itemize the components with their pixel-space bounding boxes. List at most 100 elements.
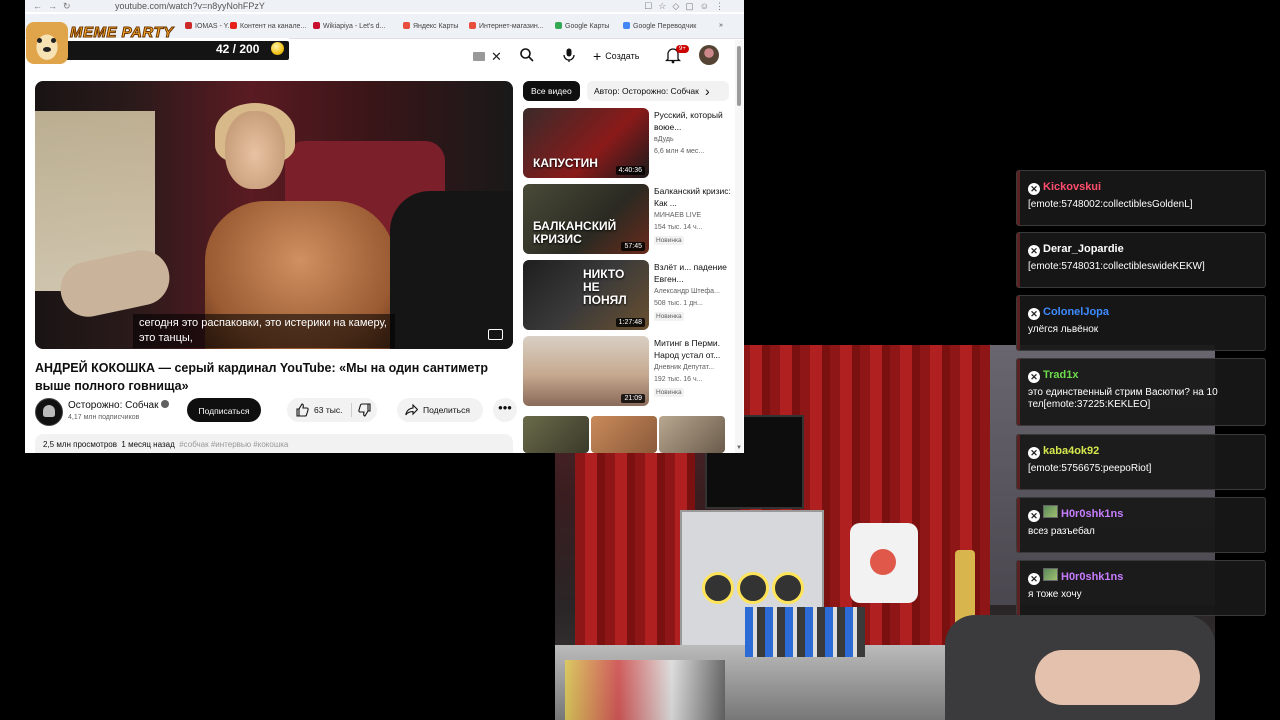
chat-message: ✕ kaba4ok92 [emote:5756675:peepoRiot] xyxy=(1016,434,1266,490)
recommendation-channel: Александр Штефа... xyxy=(654,288,720,295)
bookmark-item[interactable]: Wikiapiya - Let's d... xyxy=(313,22,385,30)
share-button[interactable]: Поделиться xyxy=(397,398,483,422)
recommendation-item[interactable] xyxy=(523,416,735,453)
widget-title: MEME PARTY xyxy=(70,24,174,42)
recommendation-item[interactable]: КАПУСТИН 4:40:36 Русский, который воюе..… xyxy=(523,108,735,178)
microphone-icon[interactable] xyxy=(561,47,577,63)
video-subtitle: сегодня это распаковки, это истерики на … xyxy=(133,314,395,348)
channel-avatar[interactable] xyxy=(35,398,63,426)
chat-message-header: ✕ kaba4ok92 xyxy=(1028,441,1100,459)
doge-icon xyxy=(26,22,68,64)
recommendation-title: Русский, который воюе... xyxy=(654,110,723,132)
recommendation-meta: 508 тыс. 1 дн... xyxy=(654,300,703,307)
close-icon: ✕ xyxy=(1028,573,1040,585)
video-frame xyxy=(225,111,285,189)
subscriber-count: 4,17 млн подписчиков xyxy=(68,414,140,421)
clear-search-icon[interactable]: ✕ xyxy=(491,49,502,65)
desk-clutter xyxy=(565,660,725,720)
close-icon: ✕ xyxy=(1028,447,1040,459)
user-avatar-icon xyxy=(1043,568,1058,581)
scroll-down-icon[interactable]: ▼ xyxy=(736,445,742,451)
more-bookmarks[interactable]: » xyxy=(719,22,723,29)
chat-username: Kickovskui xyxy=(1043,181,1102,193)
chevron-right-icon[interactable]: › xyxy=(705,84,710,98)
video-duration: 4:40:36 xyxy=(615,166,645,175)
chat-username: kaba4ok92 xyxy=(1043,445,1100,457)
bookmark-item[interactable]: Яндекс Карты xyxy=(403,22,458,30)
chat-username: H0r0shk1ns xyxy=(1061,571,1124,583)
chat-message: ✕ Derar_Jopardie [emote:5748031:collectibl… xyxy=(1016,232,1266,288)
chat-message-text: это единственный стрим Васютки? на 10 те… xyxy=(1028,387,1218,410)
recommendation-item[interactable]: БАЛКАНСКИЙ КРИЗИС 57:45 Балканский кризи… xyxy=(523,184,735,254)
bookmark-item[interactable]: Google Переводчик xyxy=(623,22,696,30)
thumbs-up-icon[interactable] xyxy=(295,403,309,417)
chat-message-header: ✕ Trad1x xyxy=(1028,365,1078,383)
share-icon xyxy=(405,404,418,416)
video-duration: 57:45 xyxy=(621,242,645,251)
url-field[interactable]: youtube.com/watch?v=n8yyNohFPzY xyxy=(115,0,265,12)
shopping-bag xyxy=(850,523,918,603)
chat-message-text: [emote:5748031:collectibleswideKEKW] xyxy=(1028,261,1205,272)
nav-arrows-icon[interactable]: ←→↻ xyxy=(33,0,77,12)
recommendation-meta: 154 тыс. 14 ч... xyxy=(654,224,703,231)
fan xyxy=(772,572,804,604)
video-thumbnail: НИКТО НЕ ПОНЯЛ 1:27:48 xyxy=(523,260,649,330)
divider xyxy=(351,403,352,417)
bookmark-icon xyxy=(555,22,562,29)
recommendation-title: Взлёт и... падение Евген... xyxy=(654,262,727,284)
toolbar-icons[interactable]: ☐☆◇▢☺⋮ xyxy=(644,0,730,12)
description-box[interactable]: 2,5 млн просмотров 1 месяц назад #собчак… xyxy=(35,434,513,453)
close-icon: ✕ xyxy=(1028,245,1040,257)
close-icon: ✕ xyxy=(1028,371,1040,383)
channel-name[interactable]: Осторожно: Собчак xyxy=(68,400,170,411)
close-icon: ✕ xyxy=(1028,308,1040,320)
video-title: АНДРЕЙ КОКОШКА — серый кардинал YouTube:… xyxy=(35,361,488,393)
new-badge: Новинка xyxy=(654,388,684,397)
bookmark-icon xyxy=(469,22,476,29)
video-thumbnail xyxy=(591,416,657,453)
recommendation-item[interactable]: НИКТО НЕ ПОНЯЛ 1:27:48 Взлёт и... падени… xyxy=(523,260,735,330)
close-icon: ✕ xyxy=(1028,510,1040,522)
thumbs-down-icon[interactable] xyxy=(358,403,372,417)
video-duration: 21:09 xyxy=(621,394,645,403)
notification-badge: 9+ xyxy=(676,45,689,53)
recommendation-title: Митинг в Перми. Народ устал от... xyxy=(654,338,721,360)
fan xyxy=(702,572,734,604)
bookmark-icon xyxy=(403,22,410,29)
user-avatar[interactable] xyxy=(699,45,719,65)
scrollbar-thumb[interactable] xyxy=(737,46,741,106)
coin-icon xyxy=(271,42,284,55)
hashtags[interactable]: #собчак #интервью #кокошка xyxy=(179,440,288,449)
video-thumbnail: 21:09 xyxy=(523,336,649,406)
chat-message-header: ✕ H0r0shk1ns xyxy=(1028,567,1124,585)
user-avatar-icon xyxy=(1043,505,1058,518)
miniplayer-icon[interactable] xyxy=(488,329,503,340)
chat-username: H0r0shk1ns xyxy=(1061,508,1124,520)
chat-username: Derar_Jopardie xyxy=(1043,243,1124,255)
video-player[interactable]: сегодня это распаковки, это истерики на … xyxy=(35,81,513,349)
bookmark-icon xyxy=(623,22,630,29)
bookmark-item[interactable]: Интернет-магазин... xyxy=(469,22,544,30)
search-icon[interactable] xyxy=(519,47,535,63)
progress-count: 42 / 200 xyxy=(216,42,260,56)
create-button[interactable]: + Создать xyxy=(593,48,639,64)
chat-username: ColonelJopa xyxy=(1043,306,1110,318)
chat-message: ✕ Kickovskui [emote:5748002:collectiblesGo… xyxy=(1016,170,1266,226)
keyboard-icon[interactable] xyxy=(473,52,485,61)
bookmark-item[interactable]: Google Карты xyxy=(555,22,609,30)
recommendation-item[interactable]: 21:09 Митинг в Перми. Народ устал от... … xyxy=(523,336,735,406)
more-actions-button[interactable]: ••• xyxy=(493,398,517,422)
like-dislike-group: 63 тыс. xyxy=(287,398,377,422)
recommendation-channel: Дневник Депутат... xyxy=(654,364,715,371)
video-thumbnail xyxy=(659,416,725,453)
video-duration: 1:27:48 xyxy=(615,318,645,327)
chat-message: ✕ H0r0shk1ns я тоже хочу xyxy=(1016,560,1266,616)
video-thumbnail: КАПУСТИН 4:40:36 xyxy=(523,108,649,178)
subscribe-button[interactable]: Подписаться xyxy=(187,398,261,422)
chat-message: ✕ Trad1x это единственный стрим Васютки? н… xyxy=(1016,358,1266,426)
video-stats: 2,5 млн просмотров 1 месяц назад #собчак… xyxy=(43,440,289,449)
close-icon: ✕ xyxy=(1028,183,1040,195)
scrollbar[interactable]: ▼ xyxy=(735,40,743,453)
chip-all-videos[interactable]: Все видео xyxy=(523,81,580,101)
like-count: 63 тыс. xyxy=(314,405,343,415)
